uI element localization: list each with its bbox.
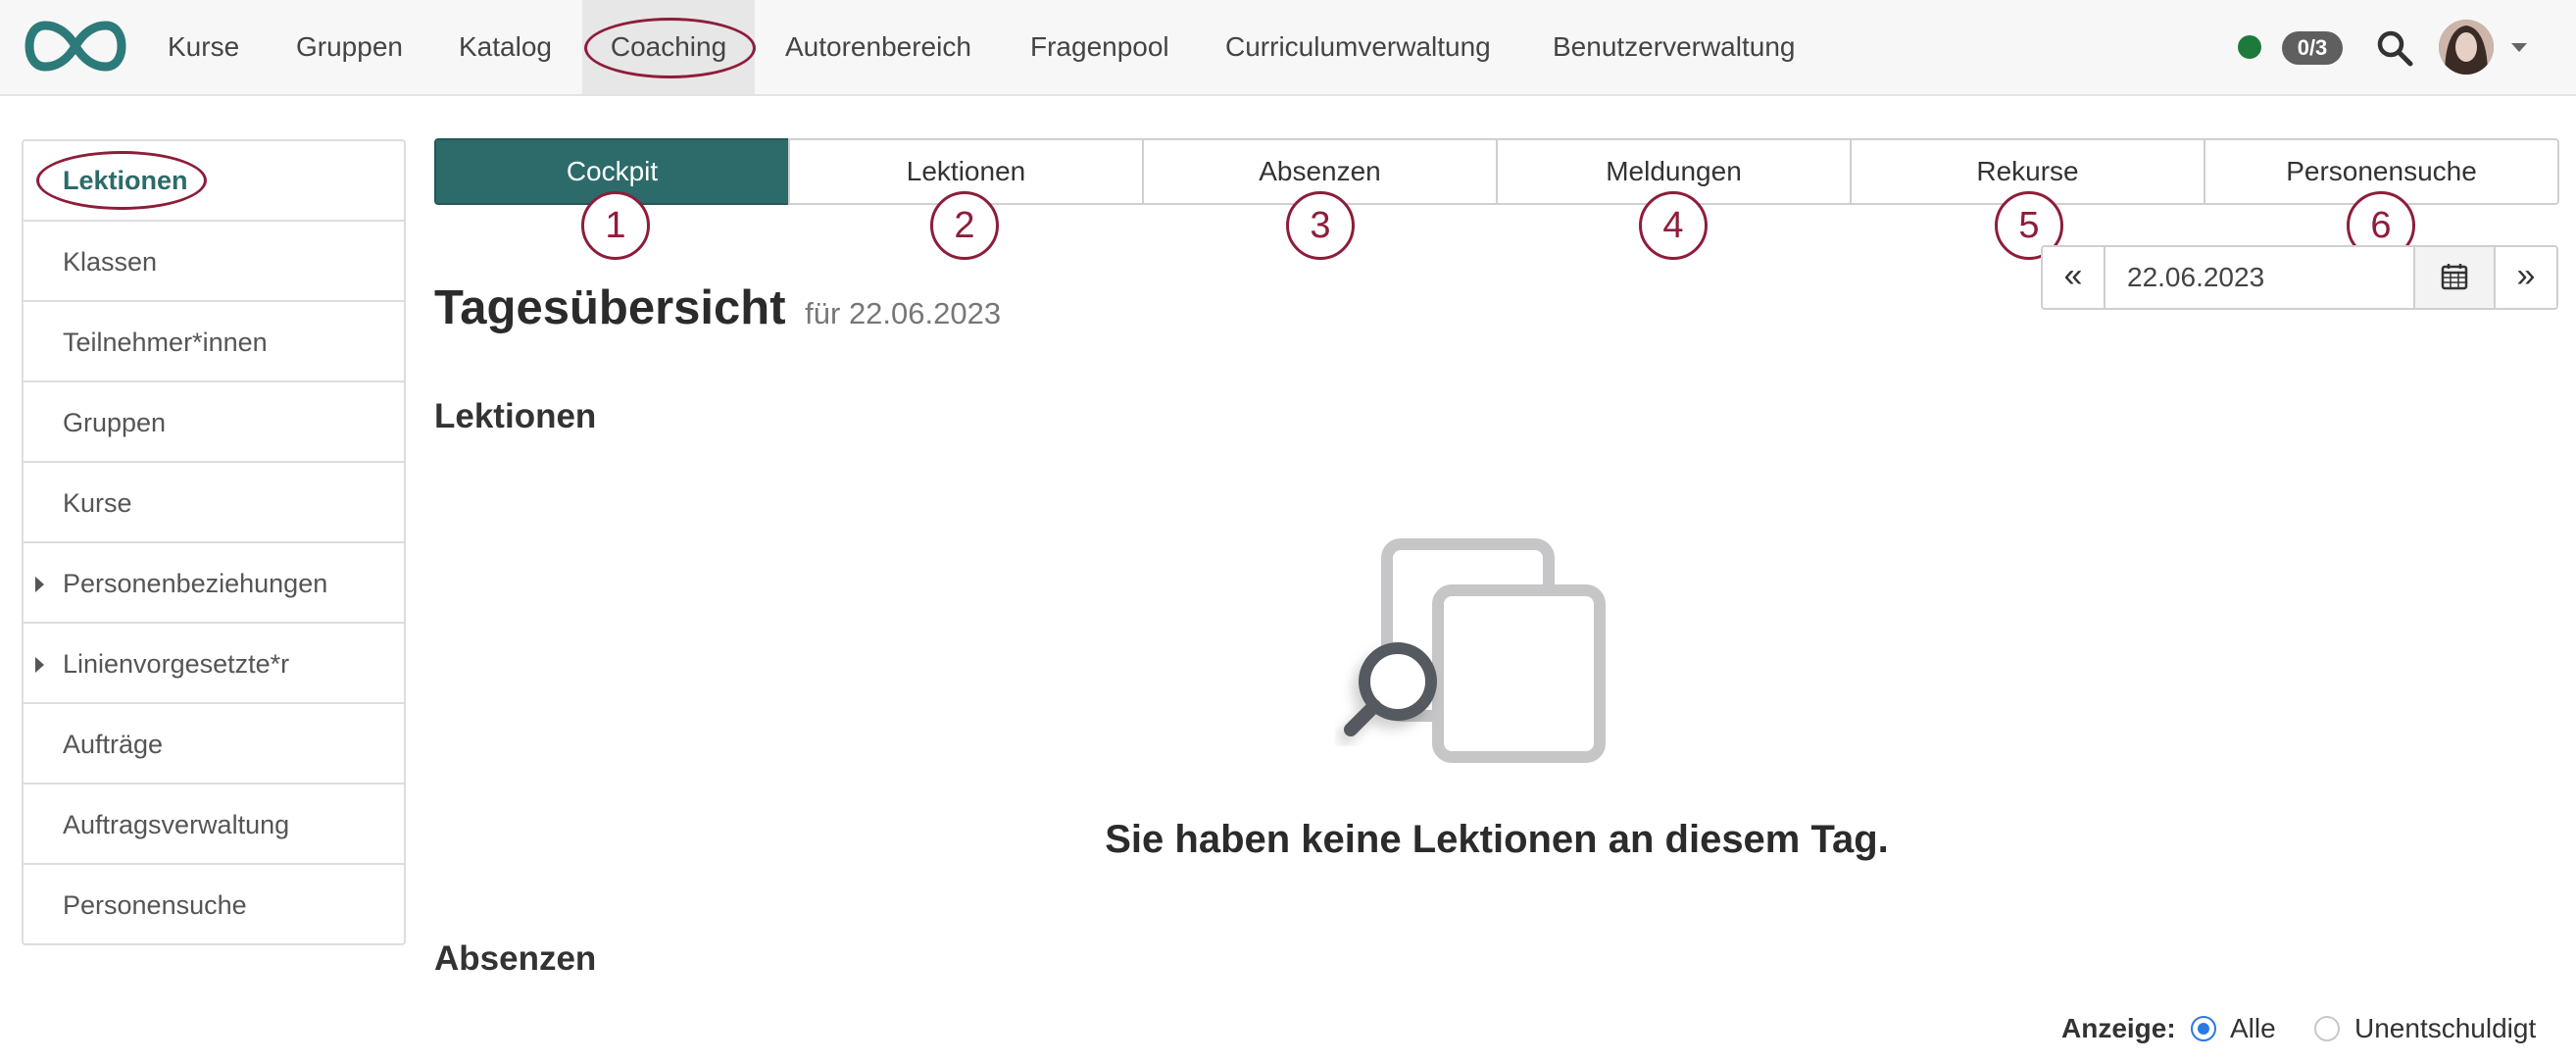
nav-item-kurse[interactable]: Kurse bbox=[168, 0, 239, 94]
sidebar-item-klassen[interactable]: Klassen bbox=[24, 220, 404, 300]
annotation-number-2: 2 bbox=[930, 191, 999, 260]
radio-alle-label[interactable]: Alle bbox=[2230, 1009, 2276, 1048]
nav-item-katalog[interactable]: Katalog bbox=[459, 0, 552, 94]
nav-item-benutzerverwaltung[interactable]: Benutzerverwaltung bbox=[1553, 0, 1795, 94]
expand-triangle-icon[interactable] bbox=[35, 577, 44, 592]
nav-item-coaching[interactable]: Coaching bbox=[582, 0, 755, 94]
notification-badge[interactable]: 0/3 bbox=[2282, 31, 2343, 65]
annotation-number-1: 1 bbox=[581, 191, 650, 260]
nav-item-autorenbereich[interactable]: Autorenbereich bbox=[785, 0, 971, 94]
radio-alle[interactable] bbox=[2191, 1016, 2216, 1041]
page-subtitle: für 22.06.2023 bbox=[805, 296, 1002, 330]
empty-search-illustration-icon bbox=[1344, 538, 1606, 763]
radio-unentschuldigt-label[interactable]: Unentschuldigt bbox=[2354, 1009, 2536, 1048]
page-title-text: Tagesübersicht bbox=[434, 281, 786, 334]
sidebar-item-linienvorgesetzte[interactable]: Linienvorgesetzte*r bbox=[24, 622, 404, 702]
user-avatar[interactable] bbox=[2439, 20, 2494, 75]
expand-triangle-icon[interactable] bbox=[35, 657, 44, 673]
sidebar-item-lektionen[interactable]: Lektionen bbox=[24, 141, 404, 220]
display-filter-label: Anzeige: bbox=[2061, 1013, 2176, 1043]
calendar-icon bbox=[2441, 264, 2468, 290]
previous-day-button[interactable]: « bbox=[2043, 247, 2105, 308]
top-navigation-bar: Kurse Gruppen Katalog Coaching Autorenbe… bbox=[0, 0, 2576, 96]
chevron-down-icon[interactable] bbox=[2511, 43, 2527, 52]
date-picker: « » bbox=[2041, 245, 2558, 310]
search-icon[interactable] bbox=[2376, 29, 2413, 67]
sidebar-item-label: Linienvorgesetzte*r bbox=[63, 649, 290, 679]
sidebar-item-auftragsverwaltung[interactable]: Auftragsverwaltung bbox=[24, 783, 404, 863]
nav-item-gruppen[interactable]: Gruppen bbox=[296, 0, 403, 94]
empty-state-message: Sie haben keine Lektionen an diesem Tag. bbox=[1105, 818, 1889, 861]
sidebar-item-label: Personenbeziehungen bbox=[63, 569, 328, 598]
radio-unentschuldigt[interactable] bbox=[2314, 1016, 2340, 1041]
next-day-button[interactable]: » bbox=[2494, 247, 2556, 308]
online-status-indicator[interactable] bbox=[2238, 35, 2261, 59]
sidebar-item-auftraege[interactable]: Aufträge bbox=[24, 702, 404, 783]
sidebar-item-gruppen[interactable]: Gruppen bbox=[24, 380, 404, 461]
sidebar: Lektionen Klassen Teilnehmer*innen Grupp… bbox=[22, 139, 406, 945]
infinity-logo-icon[interactable] bbox=[24, 18, 127, 75]
nav-item-fragenpool[interactable]: Fragenpool bbox=[1030, 0, 1169, 94]
absenzen-heading: Absenzen bbox=[434, 939, 597, 978]
calendar-button[interactable] bbox=[2413, 247, 2494, 308]
date-input[interactable] bbox=[2127, 259, 2402, 296]
sidebar-item-personensuche[interactable]: Personensuche bbox=[24, 863, 404, 943]
lektionen-heading: Lektionen bbox=[434, 397, 597, 435]
sidebar-item-teilnehmer[interactable]: Teilnehmer*innen bbox=[24, 300, 404, 380]
annotation-number-3: 3 bbox=[1286, 191, 1355, 260]
nav-item-curriculumverwaltung[interactable]: Curriculumverwaltung bbox=[1225, 0, 1491, 94]
annotation-number-4: 4 bbox=[1639, 191, 1708, 260]
sidebar-item-kurse[interactable]: Kurse bbox=[24, 461, 404, 541]
sidebar-item-personenbeziehungen[interactable]: Personenbeziehungen bbox=[24, 541, 404, 622]
tab-bar: Cockpit Lektionen Absenzen Meldungen Rek… bbox=[434, 138, 2559, 205]
page-title: Tagesübersicht für 22.06.2023 bbox=[434, 280, 1001, 335]
